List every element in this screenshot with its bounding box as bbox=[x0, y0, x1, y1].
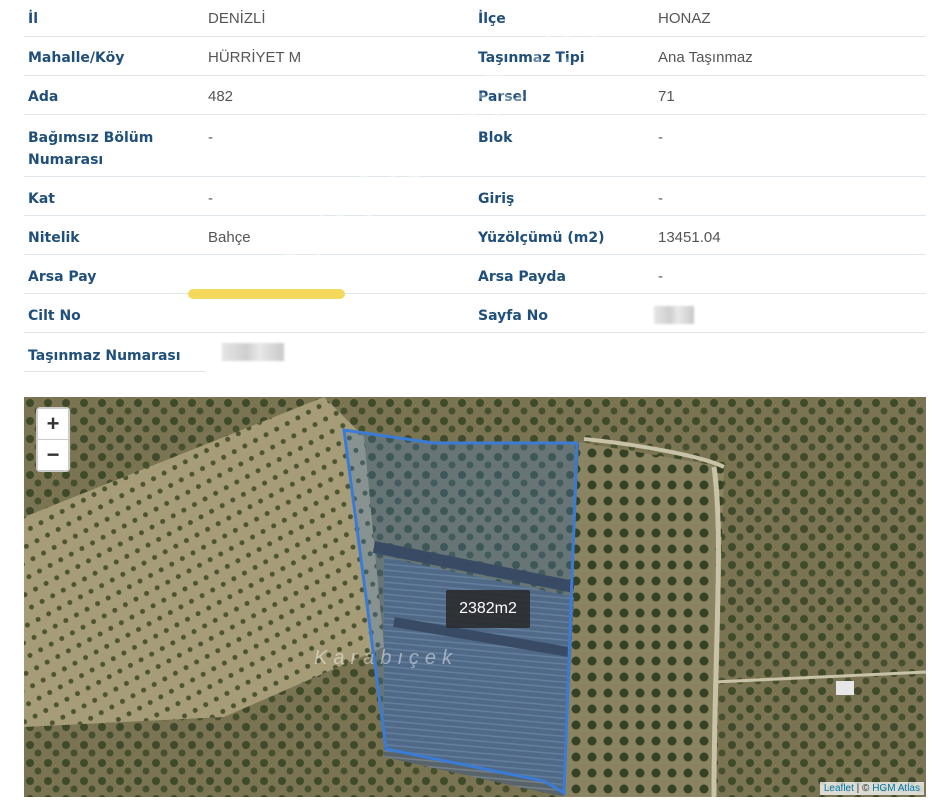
value-giris: - bbox=[658, 190, 663, 207]
value-kat: - bbox=[208, 190, 213, 207]
label-nitelik: Nitelik bbox=[28, 230, 80, 246]
zoom-in-button[interactable]: + bbox=[38, 409, 68, 440]
row-arsa-pay: Arsa Pay Arsa Payda - bbox=[24, 255, 926, 294]
tasinmaz-numarasi-redacted bbox=[222, 343, 284, 361]
label-arsa-pay: Arsa Pay bbox=[28, 269, 97, 285]
label-giris: Giriş bbox=[478, 191, 515, 207]
value-nitelik: Bahçe bbox=[208, 229, 251, 246]
highlight-stroke bbox=[188, 289, 345, 299]
value-arsa-payda: - bbox=[658, 268, 663, 285]
label-parsel: Parsel bbox=[478, 89, 527, 105]
value-ilce: HONAZ bbox=[658, 10, 711, 27]
parcel-map[interactable]: Karabıçek + − 2382m2 Leaflet | © HGM Atl… bbox=[24, 397, 926, 797]
zoom-out-button[interactable]: − bbox=[38, 440, 68, 470]
value-parsel: 71 bbox=[658, 88, 675, 105]
parcel-info-table: İl DENİZLİ İlçe HONAZ Mahalle/Köy HÜRRİY… bbox=[24, 0, 926, 372]
row-bagimsiz-bolum: Bağımsız Bölüm Numarası - Blok - bbox=[24, 115, 926, 177]
sayfa-no-redacted bbox=[654, 306, 694, 324]
row-tasinmaz-numarasi: Taşınmaz Numarası bbox=[24, 333, 206, 372]
label-yuzolcumu: Yüzölçümü (m2) bbox=[478, 230, 605, 246]
zoom-control: + − bbox=[36, 407, 70, 472]
row-il: İl DENİZLİ İlçe HONAZ bbox=[24, 0, 926, 37]
label-cilt-no: Cilt No bbox=[28, 308, 81, 324]
row-cilt-no: Cilt No Sayfa No bbox=[24, 294, 926, 333]
value-mahalle: HÜRRİYET M bbox=[208, 49, 302, 66]
label-il: İl bbox=[28, 11, 39, 27]
value-bagimsiz-bolum: - bbox=[208, 129, 213, 146]
label-ilce: İlçe bbox=[478, 11, 506, 27]
row-ada: Ada 482 Parsel 71 bbox=[24, 76, 926, 115]
row-nitelik: Nitelik Bahçe Yüzölçümü (m2) 13451.04 bbox=[24, 216, 926, 255]
map-attribution: Leaflet | © HGM Atlas bbox=[819, 782, 924, 795]
area-label: 2382m2 bbox=[446, 590, 530, 628]
place-name: Karabıçek bbox=[314, 647, 459, 669]
label-kat: Kat bbox=[28, 191, 55, 207]
value-tasinmaz-tipi: Ana Taşınmaz bbox=[658, 49, 753, 66]
row-mahalle: Mahalle/Köy HÜRRİYET M Taşınmaz Tipi Ana… bbox=[24, 37, 926, 76]
label-bagimsiz-bolum: Bağımsız Bölüm Numarası bbox=[28, 130, 154, 168]
value-blok: - bbox=[658, 129, 663, 146]
label-tasinmaz-tipi: Taşınmaz Tipi bbox=[478, 50, 585, 66]
label-mahalle: Mahalle/Köy bbox=[28, 50, 125, 66]
label-ada: Ada bbox=[28, 89, 59, 105]
label-tasinmaz-numarasi: Taşınmaz Numarası bbox=[28, 348, 181, 364]
label-sayfa-no: Sayfa No bbox=[478, 308, 548, 324]
value-yuzolcumu: 13451.04 bbox=[658, 229, 721, 246]
label-blok: Blok bbox=[478, 130, 513, 146]
hgm-atlas-link[interactable]: HGM Atlas bbox=[872, 783, 920, 794]
value-il: DENİZLİ bbox=[208, 10, 266, 27]
label-arsa-payda: Arsa Payda bbox=[478, 269, 566, 285]
leaflet-link[interactable]: Leaflet bbox=[824, 783, 854, 794]
row-kat: Kat - Giriş - bbox=[24, 177, 926, 216]
attribution-separator: | © bbox=[853, 783, 873, 794]
value-ada: 482 bbox=[208, 88, 234, 105]
